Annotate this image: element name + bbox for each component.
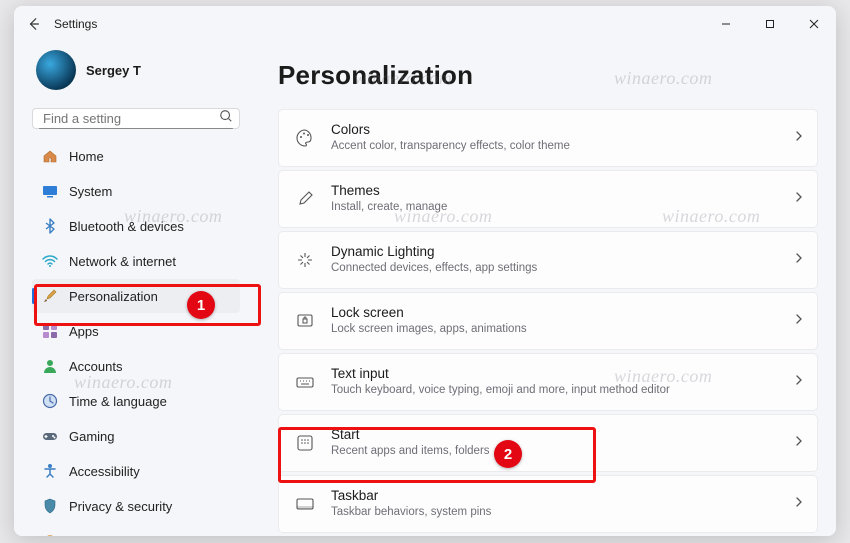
nav-list: Home System Bluetooth & devices Network …: [32, 139, 240, 536]
sidebar-item-accounts[interactable]: Accounts: [32, 349, 240, 383]
palette-icon: [295, 128, 315, 148]
sidebar-item-windows-update[interactable]: Windows Update: [32, 524, 240, 536]
sidebar-item-label: Network & internet: [69, 254, 176, 269]
card-taskbar[interactable]: Taskbar Taskbar behaviors, system pins: [278, 475, 818, 533]
card-text: Themes Install, create, manage: [331, 183, 793, 214]
maximize-button[interactable]: [748, 6, 792, 42]
sidebar-item-bluetooth[interactable]: Bluetooth & devices: [32, 209, 240, 243]
sidebar-item-personalization[interactable]: Personalization: [32, 279, 240, 313]
chevron-right-icon: [793, 312, 805, 330]
arrow-left-icon: [27, 17, 41, 31]
brush-icon: [295, 189, 315, 209]
back-button[interactable]: [20, 10, 48, 38]
card-start[interactable]: Start Recent apps and items, folders: [278, 414, 818, 472]
sidebar-item-label: System: [69, 184, 112, 199]
bluetooth-icon: [42, 218, 58, 234]
user-name: Sergey T: [86, 63, 141, 78]
sidebar-item-network[interactable]: Network & internet: [32, 244, 240, 278]
card-text: Lock screen Lock screen images, apps, an…: [331, 305, 793, 336]
sidebar-item-label: Time & language: [69, 394, 167, 409]
sidebar-item-accessibility[interactable]: Accessibility: [32, 454, 240, 488]
settings-card-list: Colors Accent color, transparency effect…: [278, 109, 818, 536]
card-subtitle: Touch keyboard, voice typing, emoji and …: [331, 383, 793, 397]
globe-clock-icon: [42, 393, 58, 409]
main-panel: Personalization Colors Accent color, tra…: [252, 42, 836, 536]
card-colors[interactable]: Colors Accent color, transparency effect…: [278, 109, 818, 167]
paintbrush-icon: [42, 288, 58, 304]
card-title: Themes: [331, 183, 793, 200]
shield-icon: [42, 498, 58, 514]
card-text: Text input Touch keyboard, voice typing,…: [331, 366, 793, 397]
page-title: Personalization: [278, 60, 818, 91]
card-subtitle: Connected devices, effects, app settings: [331, 261, 793, 275]
sidebar-item-label: Windows Update: [69, 534, 167, 537]
sidebar-item-label: Privacy & security: [69, 499, 172, 514]
chevron-right-icon: [793, 434, 805, 452]
sidebar-item-gaming[interactable]: Gaming: [32, 419, 240, 453]
sidebar-item-system[interactable]: System: [32, 174, 240, 208]
card-dynamic-lighting[interactable]: Dynamic Lighting Connected devices, effe…: [278, 231, 818, 289]
chevron-right-icon: [793, 495, 805, 513]
window-controls: [704, 6, 836, 42]
card-text: Taskbar Taskbar behaviors, system pins: [331, 488, 793, 519]
sidebar: Sergey T Home System Bluet: [14, 42, 252, 536]
content-area: Sergey T Home System Bluet: [14, 42, 836, 536]
gamepad-icon: [42, 428, 58, 444]
chevron-right-icon: [793, 129, 805, 147]
card-title: Dynamic Lighting: [331, 244, 793, 261]
taskbar-icon: [295, 494, 315, 514]
apps-icon: [42, 323, 58, 339]
system-icon: [42, 183, 58, 199]
card-text-input[interactable]: Text input Touch keyboard, voice typing,…: [278, 353, 818, 411]
sidebar-item-label: Home: [69, 149, 104, 164]
sidebar-item-home[interactable]: Home: [32, 139, 240, 173]
close-button[interactable]: [792, 6, 836, 42]
card-title: Taskbar: [331, 488, 793, 505]
person-icon: [42, 358, 58, 374]
sidebar-item-time-language[interactable]: Time & language: [32, 384, 240, 418]
card-title: Start: [331, 427, 793, 444]
user-profile[interactable]: Sergey T: [32, 46, 248, 102]
card-title: Lock screen: [331, 305, 793, 322]
avatar: [36, 50, 76, 90]
sidebar-item-label: Accessibility: [69, 464, 140, 479]
sparkle-icon: [295, 250, 315, 270]
search-icon: [219, 109, 233, 128]
card-text: Colors Accent color, transparency effect…: [331, 122, 793, 153]
window-title: Settings: [54, 17, 97, 31]
chevron-right-icon: [793, 251, 805, 269]
lock-screen-icon: [295, 311, 315, 331]
card-title: Colors: [331, 122, 793, 139]
chevron-right-icon: [793, 190, 805, 208]
minimize-button[interactable]: [704, 6, 748, 42]
card-subtitle: Taskbar behaviors, system pins: [331, 505, 793, 519]
keyboard-icon: [295, 372, 315, 392]
home-icon: [42, 148, 58, 164]
search-box[interactable]: [32, 108, 240, 129]
card-subtitle: Lock screen images, apps, animations: [331, 322, 793, 336]
sidebar-item-label: Personalization: [69, 289, 158, 304]
card-lock-screen[interactable]: Lock screen Lock screen images, apps, an…: [278, 292, 818, 350]
card-text: Start Recent apps and items, folders: [331, 427, 793, 458]
sidebar-item-privacy[interactable]: Privacy & security: [32, 489, 240, 523]
titlebar: Settings: [14, 6, 836, 42]
update-icon: [42, 533, 58, 536]
card-subtitle: Recent apps and items, folders: [331, 444, 793, 458]
sidebar-item-label: Bluetooth & devices: [69, 219, 184, 234]
wifi-icon: [42, 253, 58, 269]
card-subtitle: Install, create, manage: [331, 200, 793, 214]
card-title: Text input: [331, 366, 793, 383]
search-input[interactable]: [43, 111, 219, 126]
sidebar-item-label: Accounts: [69, 359, 122, 374]
chevron-right-icon: [793, 373, 805, 391]
start-icon: [295, 433, 315, 453]
sidebar-item-apps[interactable]: Apps: [32, 314, 240, 348]
card-themes[interactable]: Themes Install, create, manage: [278, 170, 818, 228]
sidebar-item-label: Apps: [69, 324, 99, 339]
card-subtitle: Accent color, transparency effects, colo…: [331, 139, 793, 153]
accessibility-icon: [42, 463, 58, 479]
sidebar-item-label: Gaming: [69, 429, 115, 444]
card-text: Dynamic Lighting Connected devices, effe…: [331, 244, 793, 275]
settings-window: Settings Sergey T Home: [14, 6, 836, 536]
